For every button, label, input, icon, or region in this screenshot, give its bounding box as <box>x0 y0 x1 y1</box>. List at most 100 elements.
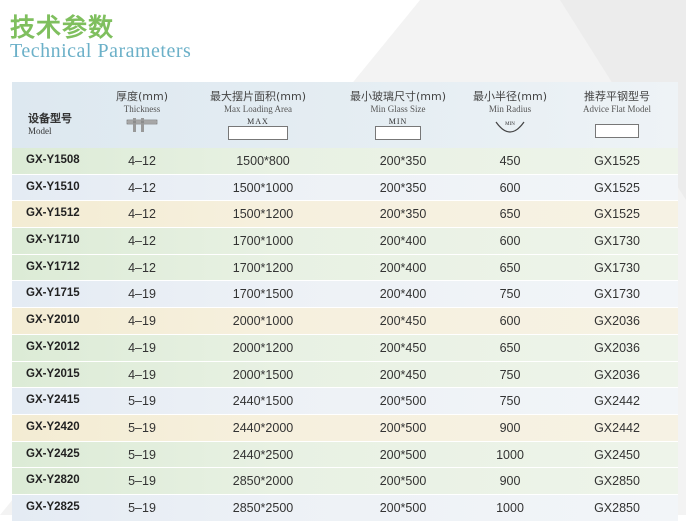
cell-thickness: 5–19 <box>128 500 156 515</box>
table-row: GX-Y1510 4–12 1500*1000 200*350 600 GX15… <box>12 174 678 202</box>
cell-thickness: 4–19 <box>128 287 156 302</box>
cell-max-loading: 1700*1200 <box>232 260 294 275</box>
cell-min-radius: 450 <box>499 154 521 168</box>
cell-min-radius: 1000 <box>496 500 524 515</box>
cell-thickness: 5–19 <box>128 420 156 435</box>
table-row: GX-Y2010 4–19 2000*1000 200*450 600 GX20… <box>12 308 678 335</box>
table-body: GX-Y1508 4–12 1500*800 200*350 450 GX152… <box>12 148 678 522</box>
cell-flat-model: GX1730 <box>594 260 640 275</box>
cell-min-glass: 200*500 <box>379 500 427 515</box>
cell-flat-model: GX2850 <box>594 474 640 489</box>
cell-flat-model: GX1525 <box>594 154 640 168</box>
cell-flat-model: GX2442 <box>594 394 640 409</box>
cell-model: GX-Y1508 <box>26 154 80 166</box>
header-model-en: Model <box>28 126 52 136</box>
cell-model: GX-Y1512 <box>26 207 80 220</box>
cell-max-loading: 2000*1000 <box>232 314 294 329</box>
cell-model: GX-Y2425 <box>26 447 80 460</box>
max-box-label: MAX <box>247 117 269 126</box>
cell-model: GX-Y2010 <box>26 314 80 327</box>
header-flat-model-cn: 推荐平钢型号 <box>584 90 650 103</box>
cell-model: GX-Y2825 <box>26 500 80 513</box>
table-row: GX-Y1508 4–12 1500*800 200*350 450 GX152… <box>12 148 678 175</box>
cell-model: GX-Y2015 <box>26 367 80 380</box>
cell-max-loading: 2440*1500 <box>232 394 294 409</box>
header-max-loading-en: Max Loading Area <box>224 104 292 114</box>
cell-min-radius: 750 <box>499 367 521 382</box>
cell-model: GX-Y1710 <box>26 234 80 247</box>
cell-model: GX-Y1510 <box>26 180 80 193</box>
cell-min-glass: 200*400 <box>379 234 427 249</box>
cell-flat-model: GX2442 <box>594 420 640 435</box>
page-title-en: Technical Parameters <box>10 40 192 62</box>
cell-thickness: 4–19 <box>128 340 156 355</box>
caliper-icon <box>126 118 158 132</box>
cell-min-glass: 200*500 <box>379 447 427 462</box>
header-min-radius: 最小半径(mm) Min Radius MIN <box>462 82 558 138</box>
cell-min-radius: 900 <box>499 420 521 435</box>
cell-min-glass: 200*450 <box>379 340 427 355</box>
cell-max-loading: 2850*2500 <box>232 500 294 515</box>
min-box-label: MIN <box>388 117 408 126</box>
table-row: GX-Y1512 4–12 1500*1200 200*350 650 GX15… <box>12 201 678 229</box>
header-max-loading: 最大摆片面积(mm) Max Loading Area MAX <box>198 82 318 140</box>
page-title-cn: 技术参数 <box>10 13 115 42</box>
cell-thickness: 4–12 <box>128 207 156 222</box>
radius-arc-icon: MIN <box>495 121 525 133</box>
cell-min-radius: 600 <box>499 314 521 329</box>
cell-thickness: 4–12 <box>128 260 156 275</box>
cell-thickness: 5–19 <box>128 447 156 462</box>
cell-thickness: 4–12 <box>128 154 156 168</box>
cell-model: GX-Y2012 <box>26 340 80 353</box>
min-glass-box-icon: MIN <box>375 117 421 140</box>
parameters-table: 设备型号 Model 厚度(mm) Thickness 最大摆片面积(mm) M… <box>12 82 678 522</box>
cell-min-glass: 200*500 <box>379 394 427 409</box>
cell-flat-model: GX2450 <box>594 447 640 462</box>
header-thickness-cn: 厚度(mm) <box>115 90 168 103</box>
header-min-glass: 最小玻璃尺寸(mm) Min Glass Size MIN <box>338 82 458 140</box>
cell-model: GX-Y2420 <box>26 420 80 433</box>
cell-min-radius: 600 <box>499 180 521 195</box>
table-row: GX-Y2425 5–19 2440*2500 200*500 1000 GX2… <box>12 441 678 469</box>
cell-min-glass: 200*450 <box>379 367 427 382</box>
cell-min-radius: 1000 <box>496 447 524 462</box>
cell-max-loading: 1700*1500 <box>232 287 294 302</box>
cell-min-radius: 750 <box>499 394 521 409</box>
table-row: GX-Y2015 4–19 2000*1500 200*450 750 GX20… <box>12 361 678 389</box>
cell-thickness: 5–19 <box>128 474 156 489</box>
cell-min-glass: 200*350 <box>379 207 427 222</box>
table-row: GX-Y2415 5–19 2440*1500 200*500 750 GX24… <box>12 388 678 415</box>
cell-thickness: 5–19 <box>128 394 156 409</box>
cell-min-glass: 200*400 <box>379 260 427 275</box>
cell-model: GX-Y2820 <box>26 474 80 487</box>
cell-max-loading: 1500*800 <box>236 154 290 168</box>
cell-min-radius: 600 <box>499 234 521 249</box>
cell-min-radius: 650 <box>499 260 521 275</box>
cell-min-radius: 750 <box>499 287 521 302</box>
cell-max-loading: 2850*2000 <box>232 474 294 489</box>
cell-flat-model: GX1525 <box>594 207 640 222</box>
cell-flat-model: GX2036 <box>594 314 640 329</box>
header-thickness: 厚度(mm) Thickness <box>102 82 182 134</box>
header-model: 设备型号 Model <box>28 110 72 136</box>
header-max-loading-cn: 最大摆片面积(mm) <box>209 90 306 103</box>
table-row: GX-Y1715 4–19 1700*1500 200*400 750 GX17… <box>12 281 678 309</box>
cell-flat-model: GX1525 <box>594 180 640 195</box>
cell-max-loading: 1500*1200 <box>232 207 294 222</box>
header-min-glass-en: Min Glass Size <box>370 104 426 114</box>
cell-max-loading: 2440*2500 <box>232 447 294 462</box>
cell-flat-model: GX2036 <box>594 367 640 382</box>
cell-max-loading: 2000*1500 <box>232 367 294 382</box>
cell-max-loading: 2000*1200 <box>232 340 294 355</box>
cell-flat-model: GX1730 <box>594 234 640 249</box>
header-min-radius-cn: 最小半径(mm) <box>472 90 547 103</box>
header-min-glass-cn: 最小玻璃尺寸(mm) <box>349 90 446 103</box>
cell-flat-model: GX2036 <box>594 340 640 355</box>
cell-min-glass: 200*500 <box>379 420 427 435</box>
cell-flat-model: GX1730 <box>594 287 640 302</box>
table-row: GX-Y1710 4–12 1700*1000 200*400 600 GX17… <box>12 228 678 255</box>
cell-min-glass: 200*500 <box>379 474 427 489</box>
header-min-radius-en: Min Radius <box>488 104 532 114</box>
table-row: GX-Y1712 4–12 1700*1200 200*400 650 GX17… <box>12 254 678 282</box>
cell-thickness: 4–12 <box>128 234 156 249</box>
